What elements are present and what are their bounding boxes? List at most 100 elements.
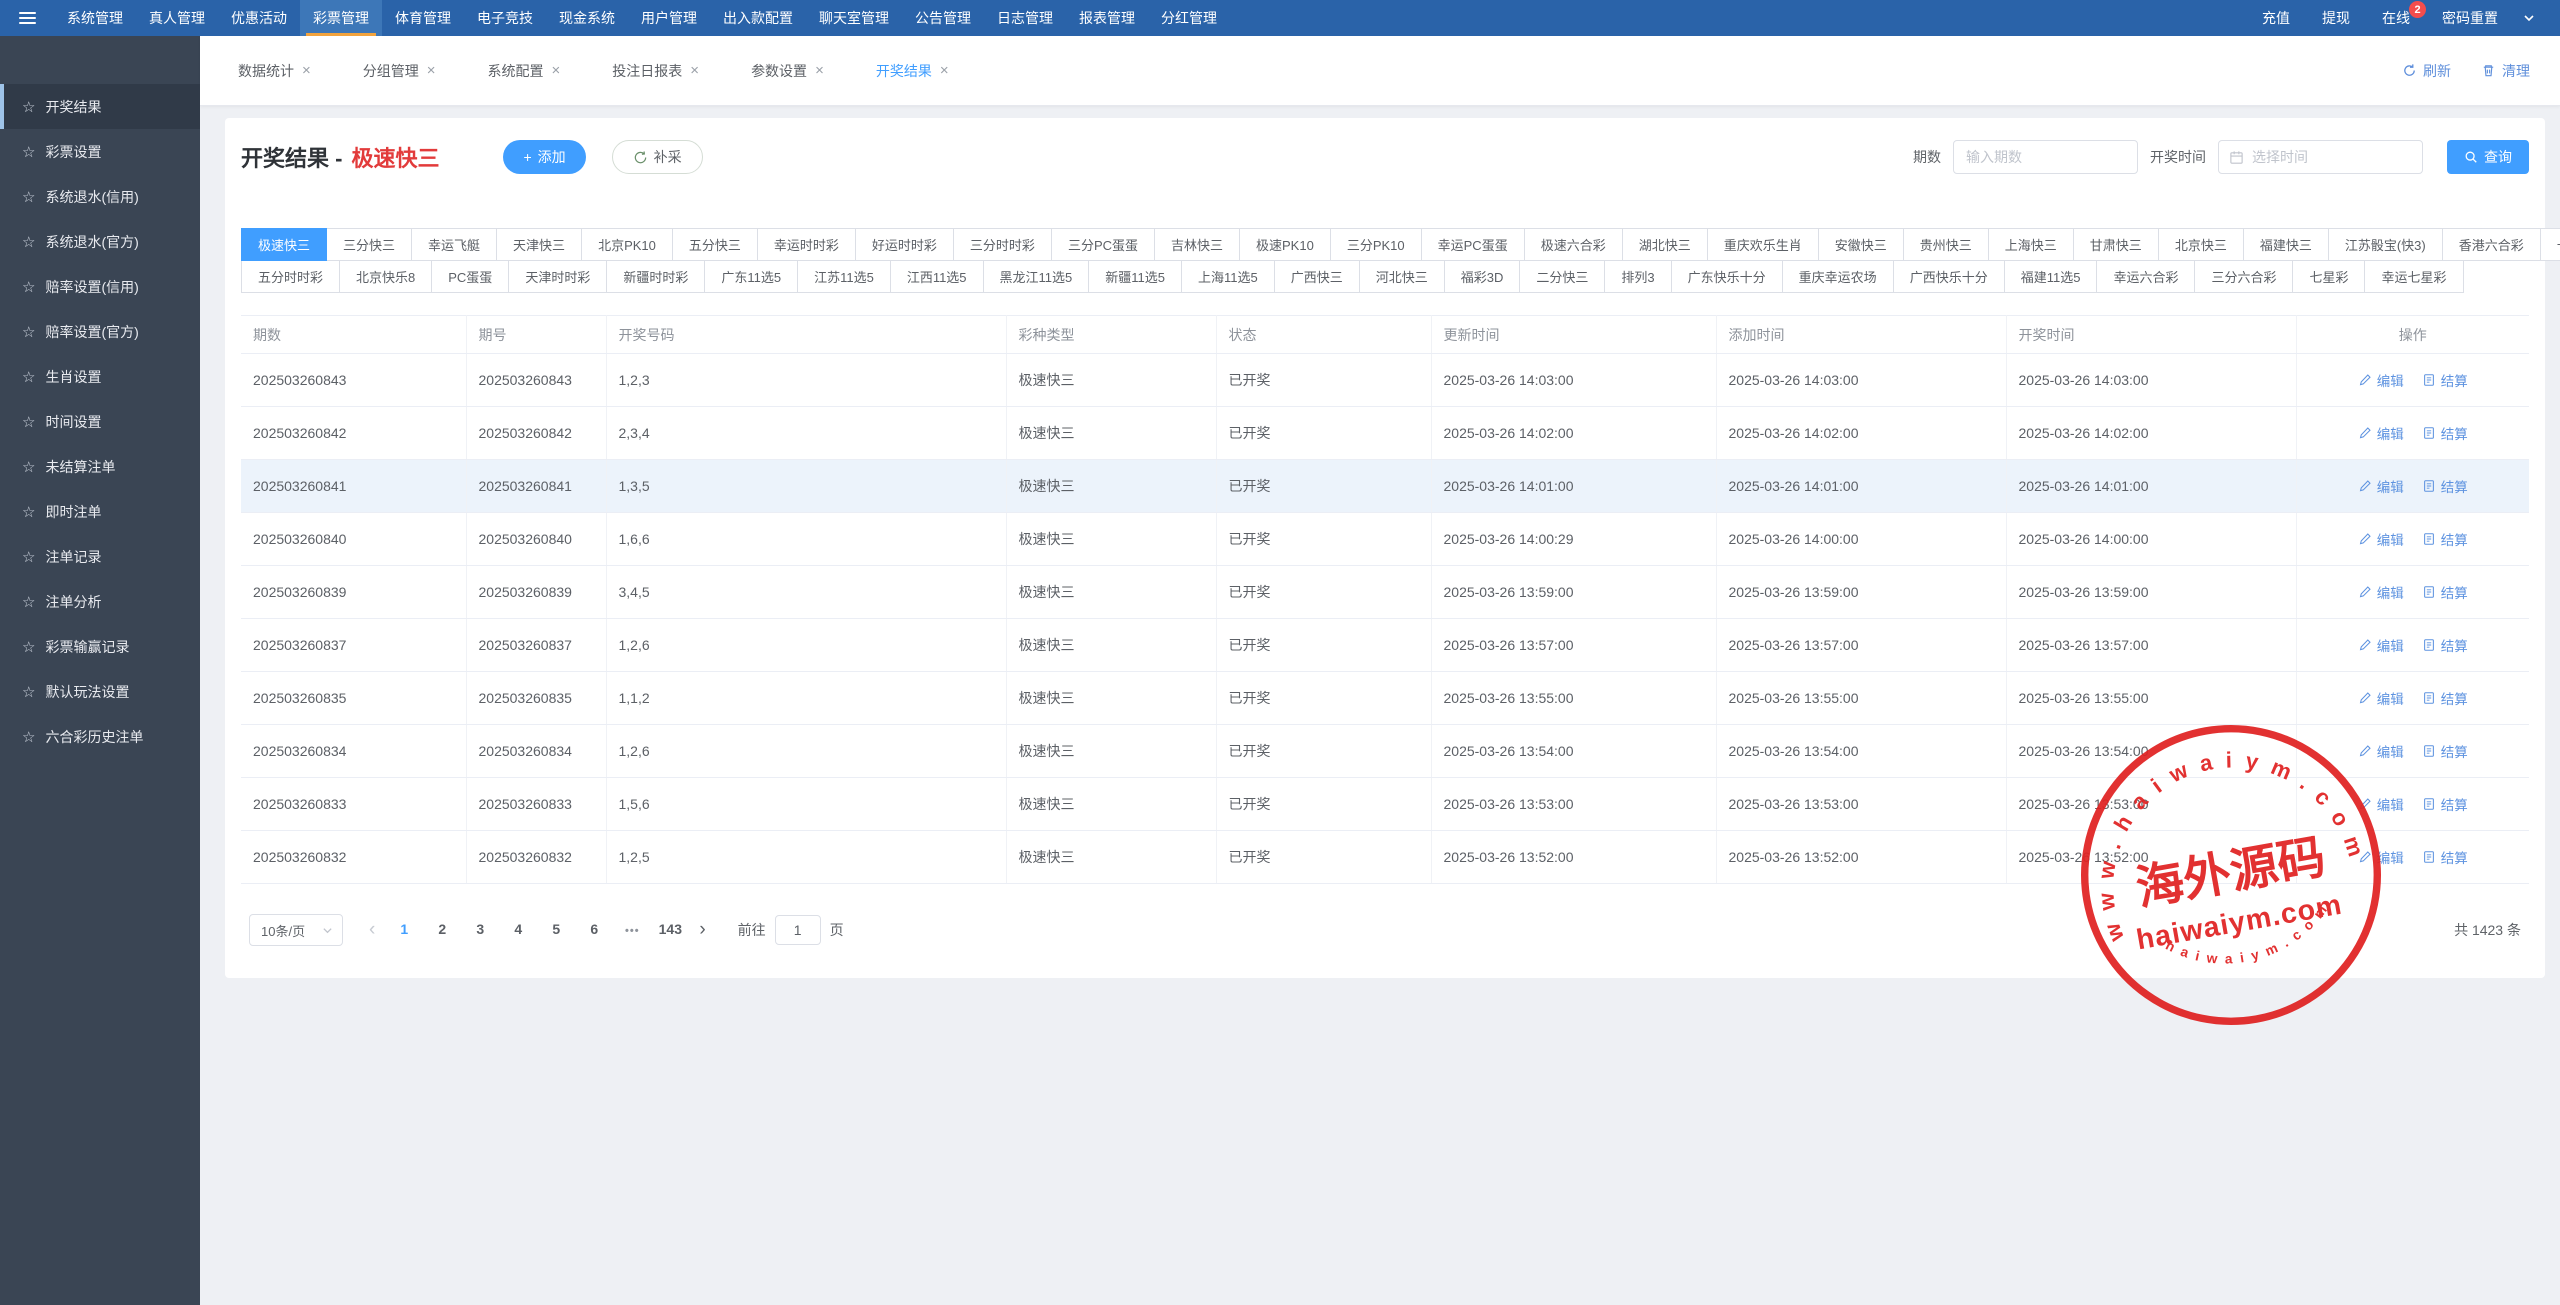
game-tab-1-17[interactable]: 重庆欢乐生肖 bbox=[1707, 228, 1819, 261]
sidebar-item-1[interactable]: ☆开奖结果 bbox=[0, 84, 200, 129]
edit-button[interactable]: 编辑 bbox=[2358, 582, 2404, 602]
game-tab-2-8[interactable]: 江西11选5 bbox=[890, 260, 984, 293]
sidebar-item-4[interactable]: ☆系统退水(官方) bbox=[0, 219, 200, 264]
close-icon[interactable]: × bbox=[690, 63, 699, 78]
game-tab-2-1[interactable]: 五分时时彩 bbox=[241, 260, 340, 293]
settle-button[interactable]: 结算 bbox=[2422, 741, 2468, 761]
nav-item-10[interactable]: 聊天室管理 bbox=[806, 0, 902, 36]
nav-item-5[interactable]: 体育管理 bbox=[382, 0, 464, 36]
game-tab-2-4[interactable]: 天津时时彩 bbox=[508, 260, 607, 293]
game-tab-1-5[interactable]: 北京PK10 bbox=[581, 228, 673, 261]
game-tab-2-12[interactable]: 广西快三 bbox=[1274, 260, 1360, 293]
settle-button[interactable]: 结算 bbox=[2422, 635, 2468, 655]
game-tab-2-17[interactable]: 广东快乐十分 bbox=[1671, 260, 1783, 293]
game-tab-2-7[interactable]: 江苏11选5 bbox=[797, 260, 891, 293]
sidebar-item-15[interactable]: ☆六合彩历史注单 bbox=[0, 714, 200, 759]
search-button[interactable]: 查询 bbox=[2447, 140, 2529, 174]
game-tab-1-14[interactable]: 幸运PC蛋蛋 bbox=[1421, 228, 1525, 261]
close-icon[interactable]: × bbox=[552, 63, 561, 78]
settle-button[interactable]: 结算 bbox=[2422, 794, 2468, 814]
prev-page-button[interactable]: ‹ bbox=[369, 919, 375, 941]
game-tab-1-9[interactable]: 三分时时彩 bbox=[953, 228, 1052, 261]
nav-item-13[interactable]: 报表管理 bbox=[1066, 0, 1148, 36]
sidebar-item-14[interactable]: ☆默认玩法设置 bbox=[0, 669, 200, 714]
close-icon[interactable]: × bbox=[302, 63, 311, 78]
game-tab-2-9[interactable]: 黑龙江11选5 bbox=[983, 260, 1090, 293]
tab-1[interactable]: 数据统计× bbox=[238, 61, 311, 81]
game-tab-2-19[interactable]: 广西快乐十分 bbox=[1893, 260, 2005, 293]
hamburger-menu-icon[interactable] bbox=[0, 0, 54, 36]
tab-5[interactable]: 参数设置× bbox=[751, 61, 824, 81]
edit-button[interactable]: 编辑 bbox=[2358, 741, 2404, 761]
sidebar-item-9[interactable]: ☆未结算注单 bbox=[0, 444, 200, 489]
game-tab-1-25[interactable]: 香港六合彩 bbox=[2442, 228, 2541, 261]
game-tab-2-18[interactable]: 重庆幸运农场 bbox=[1782, 260, 1894, 293]
game-tab-1-11[interactable]: 吉林快三 bbox=[1154, 228, 1240, 261]
game-tab-1-13[interactable]: 三分PK10 bbox=[1330, 228, 1422, 261]
game-tab-1-15[interactable]: 极速六合彩 bbox=[1524, 228, 1623, 261]
recollect-button[interactable]: 补采 bbox=[612, 140, 703, 174]
sidebar-item-13[interactable]: ☆彩票输赢记录 bbox=[0, 624, 200, 669]
game-tab-1-8[interactable]: 好运时时彩 bbox=[855, 228, 954, 261]
nav-item-3[interactable]: 优惠活动 bbox=[218, 0, 300, 36]
edit-button[interactable]: 编辑 bbox=[2358, 794, 2404, 814]
period-input[interactable] bbox=[1953, 140, 2138, 174]
sidebar-item-10[interactable]: ☆即时注单 bbox=[0, 489, 200, 534]
edit-button[interactable]: 编辑 bbox=[2358, 635, 2404, 655]
edit-button[interactable]: 编辑 bbox=[2358, 370, 2404, 390]
game-tab-2-10[interactable]: 新疆11选5 bbox=[1088, 260, 1182, 293]
game-tab-1-7[interactable]: 幸运时时彩 bbox=[757, 228, 856, 261]
nav-right-item-4[interactable]: 密码重置 bbox=[2426, 0, 2514, 36]
game-tab-2-14[interactable]: 福彩3D bbox=[1444, 260, 1521, 293]
game-tab-1-22[interactable]: 北京快三 bbox=[2158, 228, 2244, 261]
game-tab-1-1[interactable]: 极速快三 bbox=[241, 228, 327, 261]
game-tab-1-23[interactable]: 福建快三 bbox=[2243, 228, 2329, 261]
game-tab-2-20[interactable]: 福建11选5 bbox=[2004, 260, 2098, 293]
page-number-2[interactable]: 2 bbox=[427, 914, 457, 944]
page-number-6[interactable]: 6 bbox=[579, 914, 609, 944]
close-icon[interactable]: × bbox=[815, 63, 824, 78]
settle-button[interactable]: 结算 bbox=[2422, 688, 2468, 708]
game-tab-1-19[interactable]: 贵州快三 bbox=[1903, 228, 1989, 261]
sidebar-item-5[interactable]: ☆赔率设置(信用) bbox=[0, 264, 200, 309]
tab-4[interactable]: 投注日报表× bbox=[612, 61, 699, 81]
close-icon[interactable]: × bbox=[940, 63, 949, 78]
game-tab-1-2[interactable]: 三分快三 bbox=[326, 228, 412, 261]
game-tab-1-4[interactable]: 天津快三 bbox=[496, 228, 582, 261]
edit-button[interactable]: 编辑 bbox=[2358, 847, 2404, 867]
draw-time-picker[interactable]: 选择时间 bbox=[2218, 140, 2423, 174]
game-tab-2-5[interactable]: 新疆时时彩 bbox=[606, 260, 705, 293]
game-tab-2-22[interactable]: 三分六合彩 bbox=[2194, 260, 2293, 293]
settle-button[interactable]: 结算 bbox=[2422, 370, 2468, 390]
next-page-button[interactable]: › bbox=[699, 919, 705, 941]
game-tab-2-6[interactable]: 广东11选5 bbox=[704, 260, 798, 293]
game-tab-2-2[interactable]: 北京快乐8 bbox=[339, 260, 432, 293]
nav-item-8[interactable]: 用户管理 bbox=[628, 0, 710, 36]
edit-button[interactable]: 编辑 bbox=[2358, 529, 2404, 549]
sidebar-item-6[interactable]: ☆赔率设置(官方) bbox=[0, 309, 200, 354]
game-tab-2-11[interactable]: 上海11选5 bbox=[1181, 260, 1275, 293]
per-page-select[interactable]: 10条/页 bbox=[249, 914, 343, 946]
game-tab-2-16[interactable]: 排列3 bbox=[1604, 260, 1671, 293]
game-tab-1-24[interactable]: 江苏骰宝(快3) bbox=[2328, 228, 2443, 261]
nav-item-9[interactable]: 出入款配置 bbox=[710, 0, 806, 36]
page-number-4[interactable]: 4 bbox=[503, 914, 533, 944]
ellipsis-icon[interactable]: ••• bbox=[617, 916, 647, 946]
edit-button[interactable]: 编辑 bbox=[2358, 688, 2404, 708]
clear-button[interactable]: 清理 bbox=[2481, 61, 2530, 81]
nav-right-item-2[interactable]: 提现 bbox=[2306, 0, 2366, 36]
game-tab-1-20[interactable]: 上海快三 bbox=[1988, 228, 2074, 261]
game-tab-1-3[interactable]: 幸运飞艇 bbox=[411, 228, 497, 261]
game-tab-2-13[interactable]: 河北快三 bbox=[1359, 260, 1445, 293]
sidebar-item-8[interactable]: ☆时间设置 bbox=[0, 399, 200, 444]
settle-button[interactable]: 结算 bbox=[2422, 529, 2468, 549]
nav-item-12[interactable]: 日志管理 bbox=[984, 0, 1066, 36]
game-tab-1-10[interactable]: 三分PC蛋蛋 bbox=[1051, 228, 1155, 261]
game-tab-2-23[interactable]: 七星彩 bbox=[2292, 260, 2365, 293]
nav-item-6[interactable]: 电子竞技 bbox=[464, 0, 546, 36]
sidebar-item-3[interactable]: ☆系统退水(信用) bbox=[0, 174, 200, 219]
edit-button[interactable]: 编辑 bbox=[2358, 476, 2404, 496]
game-tab-2-21[interactable]: 幸运六合彩 bbox=[2096, 260, 2195, 293]
sidebar-item-7[interactable]: ☆生肖设置 bbox=[0, 354, 200, 399]
nav-right-item-1[interactable]: 充值 bbox=[2246, 0, 2306, 36]
